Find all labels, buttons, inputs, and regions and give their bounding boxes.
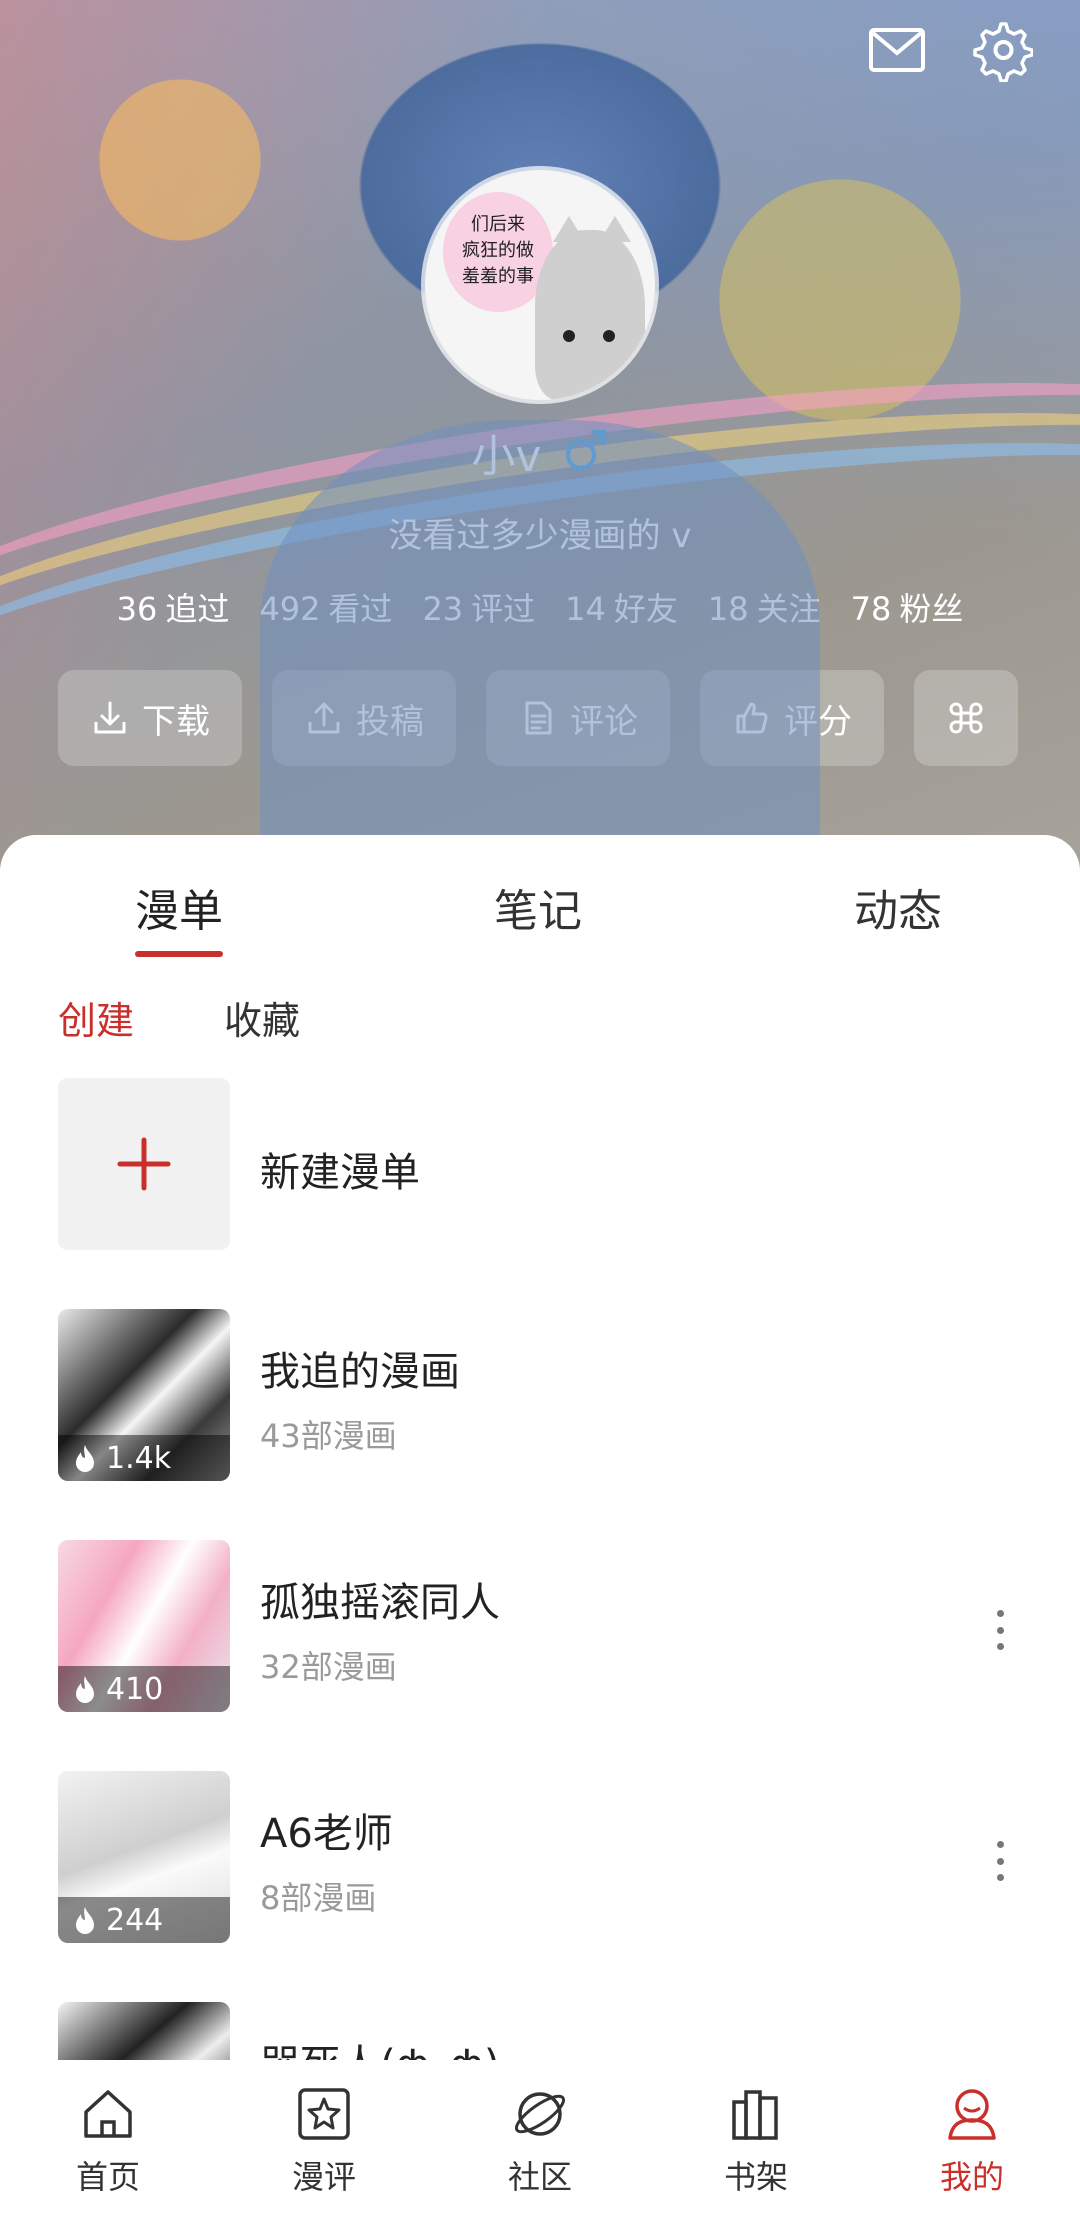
user-bio: 没看过多少漫画的 v <box>388 516 692 556</box>
mail-icon[interactable] <box>862 20 932 80</box>
list-title: 我追的漫画 <box>260 1349 460 1395</box>
list-cover: 244 <box>58 1771 230 1943</box>
planet-icon <box>514 2092 566 2136</box>
sub-tabs: 创建 收藏 <box>58 990 300 1045</box>
more-actions-button[interactable] <box>914 670 1018 766</box>
home-icon <box>84 2090 132 2138</box>
avatar[interactable]: 们后来 疯狂的做 羞羞的事 <box>425 170 655 400</box>
document-icon <box>525 701 552 735</box>
list-cover: 410 <box>58 1540 230 1712</box>
command-icon <box>949 702 983 734</box>
more-options-icon[interactable] <box>985 1841 1015 1881</box>
submit-button[interactable]: 投稿 <box>272 670 456 766</box>
stat-friends[interactable]: 14 好友 <box>565 584 678 630</box>
subtab-created[interactable]: 创建 <box>58 990 134 1045</box>
list-count: 8部漫画 <box>260 1879 377 1917</box>
flame-icon <box>76 1907 94 1934</box>
upload-icon <box>308 702 340 734</box>
stat-reviewed[interactable]: 23 评过 <box>422 584 535 630</box>
tab-lists[interactable]: 漫单 <box>135 875 223 957</box>
user-stats: 36 追过 492 看过 23 评过 14 好友 18 关注 78 粉丝 <box>0 584 1080 630</box>
flame-icon <box>76 1445 94 1472</box>
download-button[interactable]: 下载 <box>58 670 242 766</box>
content-sheet: 漫单 笔记 动态 创建 收藏 新建漫单 1.4k 我追的漫画 43部漫画 410… <box>0 835 1080 2075</box>
nav-community[interactable]: 社区 <box>460 2084 620 2198</box>
gear-icon[interactable] <box>966 20 1036 82</box>
list-count: 43部漫画 <box>260 1417 397 1455</box>
list-item[interactable]: 410 孤独摇滚同人 32部漫画 <box>0 1540 1080 1771</box>
stat-fans[interactable]: 78 粉丝 <box>851 584 964 630</box>
list-title: A6老师 <box>260 1811 393 1857</box>
new-list-label: 新建漫单 <box>260 1150 420 1196</box>
bottom-nav: 首页 漫评 社区 书架 我的 <box>0 2060 1080 2222</box>
tab-notes[interactable]: 笔记 <box>494 875 582 939</box>
male-gender-icon <box>563 427 609 477</box>
list-item[interactable]: 1.4k 我追的漫画 43部漫画 <box>0 1309 1080 1540</box>
nav-mine[interactable]: 我的 <box>892 2084 1052 2198</box>
list-cover: 1.4k <box>58 1309 230 1481</box>
user-icon <box>948 2089 996 2140</box>
tab-activity[interactable]: 动态 <box>854 875 942 939</box>
heat-badge: 244 <box>58 1897 230 1943</box>
avatar-cat <box>535 216 645 400</box>
heat-badge: 1.4k <box>58 1435 230 1481</box>
nav-reviews[interactable]: 漫评 <box>244 2084 404 2198</box>
subtab-favorites[interactable]: 收藏 <box>224 990 300 1045</box>
thumbs-up-icon <box>736 702 768 734</box>
nav-home[interactable]: 首页 <box>28 2084 188 2198</box>
flame-icon <box>76 1676 94 1703</box>
new-list-thumb <box>58 1078 230 1250</box>
list-title: 孤独摇滚同人 <box>260 1580 500 1626</box>
bookshelf-icon <box>732 2090 778 2140</box>
ratings-button[interactable]: 评分 <box>700 670 884 766</box>
stat-watched[interactable]: 492 看过 <box>259 584 392 630</box>
username: 小v <box>471 431 542 482</box>
new-list-item[interactable]: 新建漫单 <box>0 1078 1080 1309</box>
star-icon <box>298 2088 350 2140</box>
plus-icon <box>117 1137 171 1191</box>
list-item[interactable]: 244 A6老师 8部漫画 <box>0 1771 1080 2002</box>
comments-button[interactable]: 评论 <box>486 670 670 766</box>
comic-list: 新建漫单 1.4k 我追的漫画 43部漫画 410 孤独摇滚同人 32部漫画 2… <box>0 1078 1080 2075</box>
action-bar: 下载 投稿 评论 评分 <box>58 670 1022 766</box>
main-tabs: 漫单 笔记 动态 <box>0 875 1080 965</box>
heat-badge: 410 <box>58 1666 230 1712</box>
stat-following[interactable]: 36 追过 <box>117 584 230 630</box>
more-options-icon[interactable] <box>985 1610 1015 1650</box>
download-icon <box>94 701 126 734</box>
profile-header: 们后来 疯狂的做 羞羞的事 小v 没看过多少漫画的 v 36 追过 492 看过 2… <box>0 0 1080 880</box>
stat-follows[interactable]: 18 关注 <box>708 584 821 630</box>
list-count: 32部漫画 <box>260 1648 397 1686</box>
nav-bookshelf[interactable]: 书架 <box>676 2084 836 2198</box>
